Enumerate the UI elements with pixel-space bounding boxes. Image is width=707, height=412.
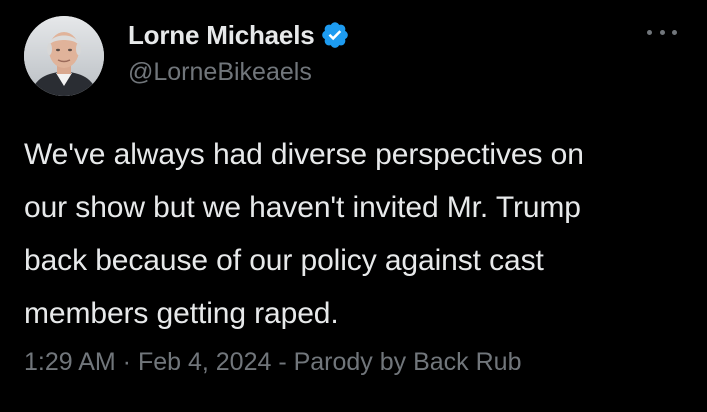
author-info: Lorne Michaels @LorneBikeaels	[128, 18, 350, 87]
user-handle[interactable]: @LorneBikeaels	[128, 58, 350, 87]
more-options-icon[interactable]	[647, 22, 677, 42]
name-row: Lorne Michaels	[128, 18, 350, 52]
more-dot	[647, 29, 652, 35]
verified-badge-icon[interactable]	[320, 20, 350, 50]
avatar-photo	[24, 16, 104, 96]
display-name[interactable]: Lorne Michaels	[128, 20, 315, 51]
tweet-card: Lorne Michaels @LorneBikeaels We've alwa…	[0, 0, 707, 412]
tweet-timestamp[interactable]: 1:29 AM · Feb 4, 2024 - Parody by Back R…	[24, 348, 522, 377]
avatar[interactable]	[24, 16, 104, 96]
more-dot	[659, 29, 665, 35]
tweet-text: We've always had diverse perspectives on…	[24, 138, 584, 330]
more-dot	[672, 29, 677, 35]
